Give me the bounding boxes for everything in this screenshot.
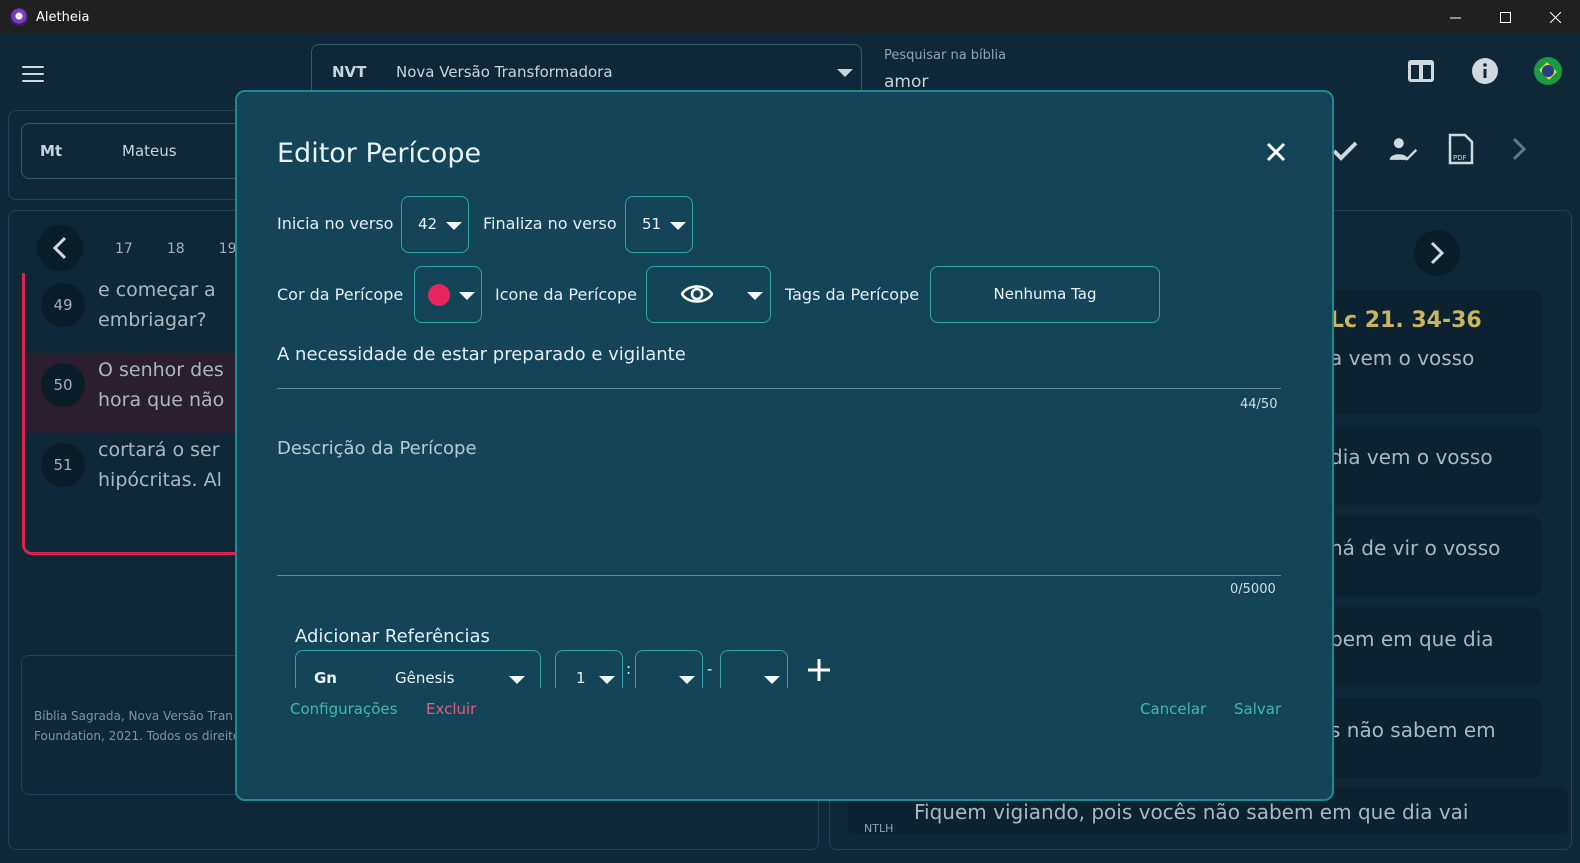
pericope-editor-dialog: Editor Perícope Inicia no verso 42 Final… <box>235 90 1334 801</box>
color-label: Cor da Perícope <box>277 285 404 304</box>
reference-chapter-value: 1 <box>576 669 586 687</box>
verse-number: 50 <box>41 363 85 407</box>
color-swatch <box>428 284 450 306</box>
chevron-right-icon[interactable] <box>1504 134 1534 164</box>
chevron-down-icon <box>446 222 462 230</box>
chevron-down-icon <box>837 69 853 77</box>
settings-button[interactable]: Configurações <box>290 700 397 718</box>
chevron-down-icon <box>764 676 780 684</box>
hamburger-menu-icon[interactable] <box>22 66 44 82</box>
pericope-verse-group: 49 e começar a embriagar? 50 O senhor de… <box>22 273 255 555</box>
tags-label: Tags da Perícope <box>785 285 920 304</box>
window-title: Aletheia <box>36 9 90 25</box>
parallel-card-text: há de vir o vosso <box>1330 536 1501 560</box>
close-window-icon[interactable] <box>1530 0 1580 34</box>
title-counter: 44/50 <box>1240 397 1278 412</box>
reference-book-name: Gênesis <box>395 669 455 687</box>
reference-verse-end-select[interactable] <box>720 650 788 688</box>
columns-layout-icon[interactable] <box>1406 56 1436 86</box>
parallel-card-text: dia vem o vosso <box>1330 445 1493 469</box>
toolbar-icons: PDF <box>1330 133 1534 165</box>
start-verse-select[interactable]: 42 <box>401 196 469 253</box>
chapter-list: 17 18 19 <box>115 241 236 257</box>
tags-select[interactable]: Nenhuma Tag <box>930 266 1160 323</box>
chevron-down-icon <box>670 222 686 230</box>
chapter-item[interactable]: 17 <box>115 241 133 257</box>
add-reference-icon[interactable] <box>806 657 832 683</box>
description-input[interactable]: Descrição da Perícope <box>277 438 477 459</box>
chevron-down-icon <box>679 676 695 684</box>
book-abbr: Mt <box>40 142 63 160</box>
dialog-title: Editor Perícope <box>277 138 482 169</box>
copyright-text: Bíblia Sagrada, Nova Versão Tran Foundat… <box>34 709 241 743</box>
icon-label: Icone da Perícope <box>495 285 637 304</box>
reference-dash: - <box>707 660 713 678</box>
version-name: Nova Versão Transformadora <box>396 63 613 81</box>
end-verse-value: 51 <box>642 215 662 233</box>
user-edit-icon[interactable] <box>1388 134 1418 164</box>
svg-text:PDF: PDF <box>1453 154 1467 162</box>
verse-number: 51 <box>41 443 85 487</box>
bible-check-icon[interactable] <box>1330 134 1360 164</box>
previous-chapter-icon[interactable] <box>37 225 83 271</box>
references-row: Gn Gênesis 1 : - <box>277 640 1281 688</box>
parallel-card-text: bem em que dia <box>1330 627 1494 651</box>
search-input[interactable]: amor <box>884 72 928 92</box>
version-abbr: NVT <box>332 63 367 81</box>
minimize-icon[interactable] <box>1430 0 1480 34</box>
parallel-card-text: s não sabem em <box>1330 718 1496 742</box>
save-button[interactable]: Salvar <box>1234 700 1281 718</box>
version-label: NTLH <box>864 822 894 835</box>
reference-book-abbr: Gn <box>314 669 337 687</box>
maximize-icon[interactable] <box>1480 0 1530 34</box>
book-name: Mateus <box>122 142 177 160</box>
tags-value: Nenhuma Tag <box>993 285 1097 303</box>
delete-button[interactable]: Excluir <box>426 700 476 718</box>
eye-icon <box>681 285 713 303</box>
app-logo-icon <box>10 8 28 26</box>
chapter-item[interactable]: 18 <box>167 241 185 257</box>
reference-verse-start-select[interactable] <box>635 650 703 688</box>
brazil-flag-icon[interactable] <box>1534 57 1562 85</box>
chevron-down-icon <box>747 292 763 300</box>
search-label: Pesquisar na bíblia <box>884 48 1007 63</box>
reference-book-select[interactable]: Gn Gênesis <box>295 650 541 688</box>
start-verse-label: Inicia no verso <box>277 214 394 233</box>
verse-row[interactable]: 49 e começar a embriagar? <box>25 273 255 353</box>
pericope-title-input[interactable]: A necessidade de estar preparado e vigil… <box>277 344 1281 365</box>
chevron-down-icon <box>459 292 475 300</box>
chevron-down-icon <box>509 676 525 684</box>
verse-text: cortará o ser hipócritas. Al <box>98 439 222 491</box>
color-select[interactable] <box>414 266 482 323</box>
verse-text: e começar a embriagar? <box>98 279 216 331</box>
parallel-card-text: a vem o vosso <box>1330 346 1475 370</box>
window-controls <box>1430 0 1580 34</box>
parallel-reference: Lc 21. 34-36 <box>1330 308 1482 333</box>
parallel-card-text: Fiquem vigiando, pois vocês não sabem em… <box>914 800 1469 824</box>
verse-row[interactable]: 51 cortará o ser hipócritas. Al <box>25 433 255 513</box>
window-titlebar: Aletheia <box>0 0 1580 34</box>
description-counter: 0/5000 <box>1230 582 1276 597</box>
end-verse-select[interactable]: 51 <box>625 196 693 253</box>
title-underline <box>277 388 1281 389</box>
cancel-button[interactable]: Cancelar <box>1140 700 1206 718</box>
verse-number: 49 <box>41 283 85 327</box>
info-icon[interactable] <box>1470 56 1500 86</box>
start-verse-value: 42 <box>418 215 438 233</box>
icon-select[interactable] <box>646 266 771 323</box>
next-chapter-icon[interactable] <box>1414 230 1460 276</box>
close-icon[interactable] <box>1264 140 1288 164</box>
header-actions <box>1406 56 1562 86</box>
pdf-icon[interactable]: PDF <box>1446 133 1476 165</box>
verse-text: O senhor des hora que não <box>98 359 225 411</box>
reference-chapter-select[interactable]: 1 <box>555 650 623 688</box>
description-underline <box>277 575 1281 576</box>
verse-row[interactable]: 50 O senhor des hora que não <box>25 353 255 433</box>
reference-colon: : <box>626 660 632 678</box>
chapter-item[interactable]: 19 <box>219 241 237 257</box>
chevron-down-icon <box>599 676 615 684</box>
end-verse-label: Finaliza no verso <box>483 214 617 233</box>
